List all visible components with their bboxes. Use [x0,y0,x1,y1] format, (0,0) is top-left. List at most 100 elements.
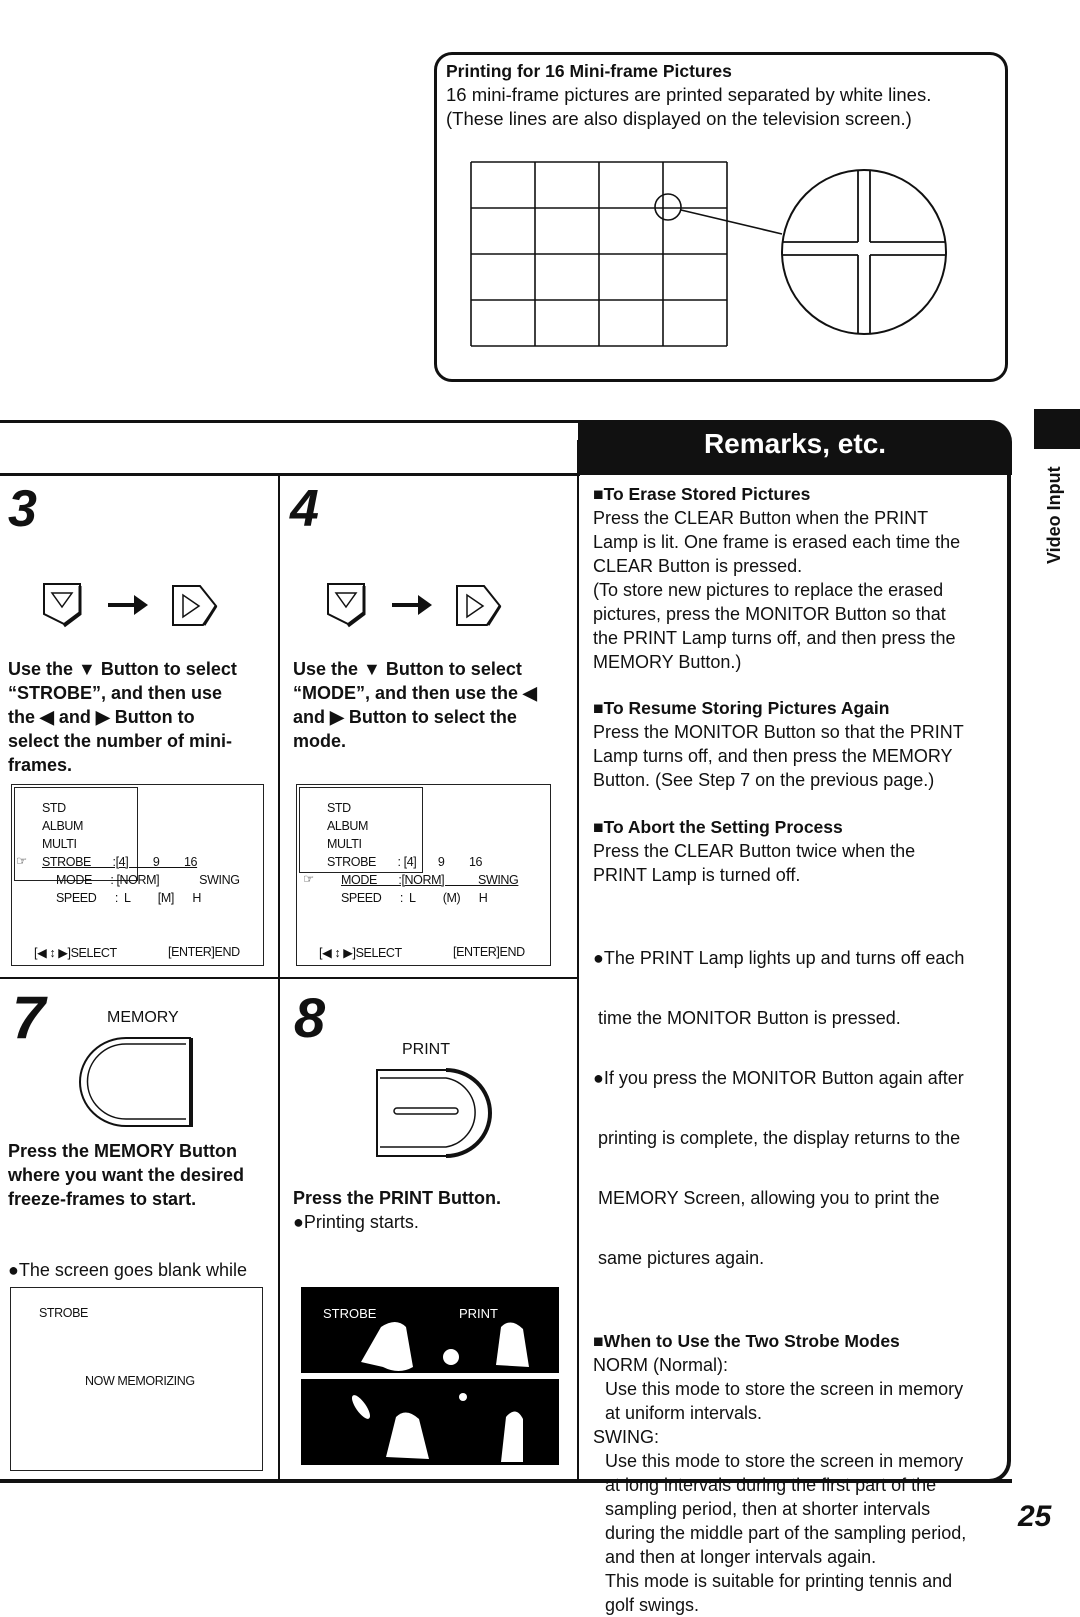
step-8-note: ●Printing starts. [293,1212,419,1232]
arrow-right-icon [392,595,432,615]
section-frame-top [0,420,580,423]
info-box-line: 16 mini-frame pictures are printed separ… [446,84,932,105]
menu-row-mode: MODE : [NORM] SWING [56,873,240,887]
section-header-rule [0,473,580,476]
remarks-line: golf swings. [605,1595,700,1615]
magnify-leader-line [680,209,783,235]
remarks-bullets: ●The PRINT Lamp lights up and turns off … [593,910,1013,1306]
button-sequence [43,583,218,628]
menu-item-album: ALBUM [327,819,369,833]
step-number: 7 [12,984,46,1051]
tennis-player-silhouettes [301,1322,559,1471]
instruction-line: Press the MEMORY Button [8,1141,238,1161]
remarks-line: at uniform intervals. [605,1403,763,1423]
remarks-heading-erase: ■To Erase Stored Pictures [593,484,811,504]
step-7-instruction: Press the MEMORY Button where you want t… [8,1139,244,1211]
bullet-line: ●If you press the MONITOR Button again a… [593,1068,964,1088]
bullet-line: MEMORY Screen, allowing you to print the [593,1188,940,1208]
mode-norm-label: NORM (Normal): [593,1355,728,1375]
instruction-line: select the number of mini- [8,731,233,751]
step-number: 4 [290,480,319,538]
instruction-line: the ◀ and ▶ Button to [8,707,195,727]
button-sequence [327,583,502,628]
mini-frame-grid-diagram [470,161,947,347]
strobe-print-photo: STROBE PRINT [301,1287,559,1471]
menu-footer-select: [◀ ↕ ▶]SELECT [319,946,402,960]
instruction-line: Use the ▼ Button to select [293,659,522,679]
remarks-line: CLEAR Button is pressed. [593,556,803,576]
down-button-icon [327,583,366,628]
menu-item-multi: MULTI [327,837,362,851]
bullet-line: ●The PRINT Lamp lights up and turns off … [593,948,965,968]
page-number: 25 [1018,1500,1052,1533]
row-divider [0,977,579,979]
instruction-line: “MODE”, and then use the ◀ [293,683,537,703]
section-tab-marker [1034,409,1080,449]
section-tab-text: Video Input [1044,466,1064,564]
remarks-line: sampling period, then at shorter interva… [605,1499,931,1519]
step-number: 8 [294,986,326,1049]
mode-swing-label: SWING: [593,1427,659,1447]
bullet-line: time the MONITOR Button is pressed. [593,1008,901,1028]
arrow-right-icon [108,595,148,615]
remarks-line: PRINT Lamp is turned off. [593,865,801,885]
remarks-line: Lamp turns off, and then press the MEMOR… [593,746,953,766]
bullet-line: printing is complete, the display return… [593,1128,961,1148]
column-divider [577,440,579,1481]
menu-item-std: STD [42,801,66,815]
menu-row-mode: MODE :[NORM] SWING [341,873,519,887]
remarks-line: at long intervals during the first part … [605,1475,937,1495]
remarks-line: This mode is suitable for printing tenni… [605,1571,953,1591]
remarks-line: Press the CLEAR Button twice when the [593,841,916,861]
section-tab-label: Video Input [1040,456,1070,566]
step-3-instruction: Use the ▼ Button to select “STROBE”, and… [8,657,237,777]
remarks-line: during the middle part of the sampling p… [605,1523,967,1543]
remarks-line: Button. (See Step 7 on the previous page… [593,770,935,790]
memorizing-screen: STROBE NOW MEMORIZING [10,1287,263,1471]
remarks-line: Lamp is lit. One frame is erased each ti… [593,532,961,552]
menu-item-multi: MULTI [42,837,77,851]
step-4-instruction: Use the ▼ Button to select “MODE”, and t… [293,657,537,753]
remarks-line: the PRINT Lamp turns off, and then press… [593,628,956,648]
mini-frame-grid [470,161,728,347]
instruction-line: and ▶ Button to select the [293,707,517,727]
menu-footer-end: [ENTER]END [453,945,525,959]
remarks-line: and then at longer intervals again. [605,1547,877,1567]
down-button-icon [43,583,82,628]
print-button-icon [376,1068,492,1158]
step-number: 3 [8,480,37,538]
remarks-line: pictures, press the MONITOR Button so th… [593,604,946,624]
bullet-line: same pictures again. [593,1248,765,1268]
screen-status-text: NOW MEMORIZING [85,1374,195,1388]
remarks-line: Press the MONITOR Button so that the PRI… [593,722,964,742]
instruction-line: “STROBE”, and then use [8,683,223,703]
menu-row-speed: SPEED : L [M] H [56,891,202,905]
instruction-line: frames. [8,755,73,775]
remarks-body: ■To Erase Stored Pictures Press the CLEA… [593,482,1013,1617]
menu-item-std: STD [327,801,351,815]
remarks-heading-resume: ■To Resume Storing Pictures Again [593,698,890,718]
instruction-line: mode. [293,731,347,751]
info-box-title: Printing for 16 Mini-frame Pictures [446,61,732,81]
remarks-line: Use this mode to store the screen in mem… [605,1379,964,1399]
pointer-hand-icon: ☞ [303,872,314,886]
menu-row-speed: SPEED : L (M) H [341,891,488,905]
menu-footer-select: [◀ ↕ ▶]SELECT [34,946,117,960]
remarks-heading-abort: ■To Abort the Setting Process [593,817,843,837]
remarks-line: Use this mode to store the screen in mem… [605,1451,964,1471]
instruction-line: freeze-frames to start. [8,1189,197,1209]
remarks-line: MEMORY Button.) [593,652,742,672]
remarks-line: (To store new pictures to replace the er… [593,580,944,600]
menu-footer-end: [ENTER]END [168,945,240,959]
menu-row-strobe: STROBE : [4] 9 16 [327,855,483,869]
step-8-instruction: Press the PRINT Button. [293,1188,502,1208]
remarks-line: Press the CLEAR Button when the PRINT [593,508,929,528]
screen-strobe-label: STROBE [39,1306,88,1320]
menu-item-album: ALBUM [42,819,84,833]
magnified-cross-detail [781,169,947,335]
memory-button-icon [79,1037,193,1127]
note-line: ●The screen goes blank while [8,1260,248,1280]
menu-row-strobe: STROBE :[4] 9 16 [42,855,198,869]
info-box-line: (These lines are also displayed on the t… [446,108,912,129]
strobe-menu-screen: STD ALBUM MULTI ☞ STROBE :[4] 9 16 MODE … [11,784,264,966]
